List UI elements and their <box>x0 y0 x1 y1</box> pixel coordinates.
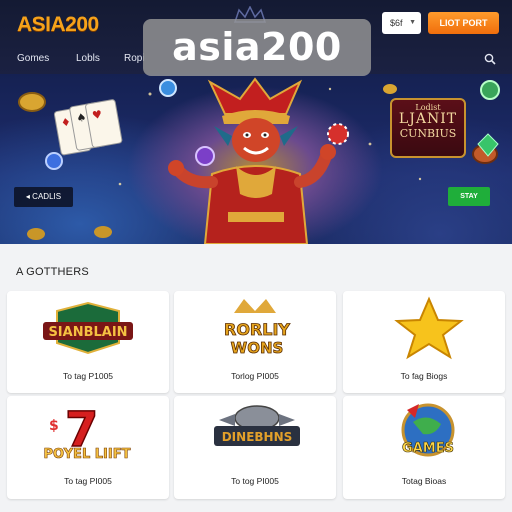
search-icon[interactable] <box>484 53 496 65</box>
game-thumbnail: SIANBLAIN <box>43 301 133 355</box>
game-caption: Torlog PI005 <box>231 371 279 381</box>
hero-left-button-label: CADLIS <box>32 192 62 201</box>
promo-sign-line-3: CUNBIUS <box>399 127 457 140</box>
game-caption: To tog PI005 <box>231 476 279 486</box>
svg-text:$: $ <box>49 418 59 434</box>
svg-text:POYEL LIIFT: POYEL LIIFT <box>44 447 131 462</box>
promo-sign: Lodist LJANIT CUNBIUS <box>390 98 466 158</box>
game-card[interactable]: DINEBHNS To tog PI005 <box>174 396 336 499</box>
section-title: A GOTTHERS <box>16 266 89 278</box>
site-logo[interactable]: ASIA200 <box>17 13 99 37</box>
game-title-art: SIANBLAIN <box>48 325 127 340</box>
hero-banner[interactable]: ♥ ♠ ♦ Lodist LJANIT CUNBIUS ◂ CADLIS STA… <box>0 74 512 244</box>
game-thumbnail: RORLIY WONS <box>224 299 291 357</box>
chevron-down-icon: ▼ <box>409 19 416 26</box>
game-card[interactable]: To fag Biogs <box>343 291 505 393</box>
site-header: ASIA200 asia200 $6f ▼ LIOT PORT Gomes Lo… <box>0 0 512 76</box>
nav-item-promo[interactable]: Ropi <box>124 53 145 64</box>
game-card[interactable]: GAMES Totag Bioas <box>343 396 505 499</box>
game-caption: To fag Biogs <box>400 371 448 381</box>
game-caption: To tag PI005 <box>64 476 112 486</box>
svg-text:WONS: WONS <box>231 339 284 357</box>
game-thumbnail: 7 $ POYEL LIIFT <box>43 401 131 462</box>
promo-sign-line-2: LJANIT <box>398 111 458 127</box>
game-thumbnail: GAMES <box>401 403 455 457</box>
game-caption: Totag Bioas <box>401 476 447 486</box>
game-thumbnail: DINEBHNS <box>214 405 300 446</box>
game-card[interactable]: 7 $ POYEL LIIFT To tag PI005 <box>7 396 169 499</box>
game-title-art: GAMES <box>402 441 454 456</box>
star-icon <box>394 296 464 360</box>
games-section: A GOTTHERS SIANBLAIN To tag P1005 RORLIY… <box>0 244 512 512</box>
character-illustration <box>168 77 336 244</box>
nav-item-lobby[interactable]: Lobls <box>76 53 100 64</box>
language-select[interactable]: $6f ▼ <box>382 12 421 34</box>
login-button[interactable]: LIOT PORT <box>428 12 499 34</box>
hero-left-button[interactable]: ◂ CADLIS <box>14 187 73 207</box>
game-card[interactable]: SIANBLAIN To tag P1005 <box>7 291 169 393</box>
nav-item-games[interactable]: Gomes <box>17 53 49 64</box>
game-title-art: DINEBHNS <box>222 430 293 444</box>
watermark-overlay: asia200 <box>143 19 371 76</box>
game-card[interactable]: RORLIY WONS Torlog PI005 <box>174 291 336 393</box>
svg-text:RORLIY: RORLIY <box>224 320 290 339</box>
game-caption: To tag P1005 <box>62 371 114 381</box>
language-select-value: $6f <box>390 18 403 28</box>
hero-stay-button[interactable]: STAY <box>448 187 490 206</box>
